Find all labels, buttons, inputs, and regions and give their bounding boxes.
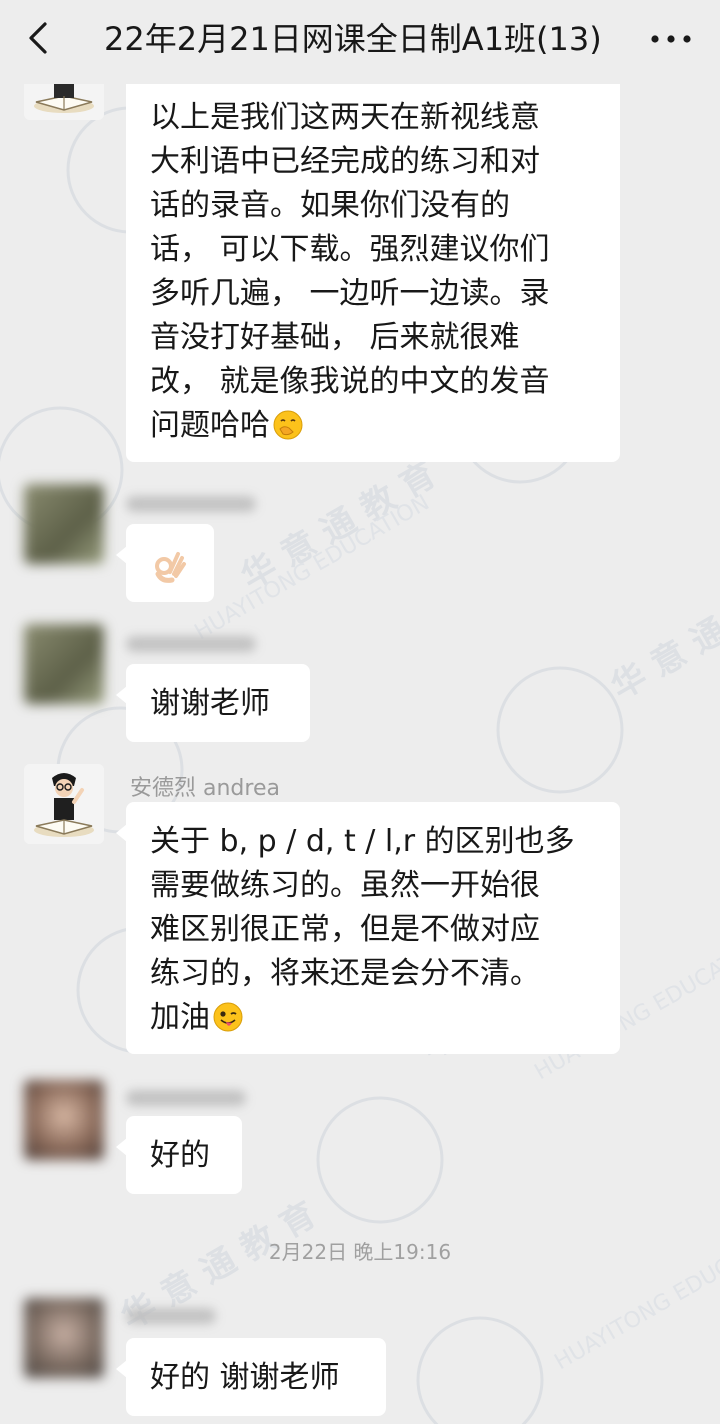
- back-button[interactable]: [18, 16, 62, 60]
- more-dots-icon: [651, 35, 691, 43]
- sender-name-blurred: [126, 496, 256, 512]
- message-list[interactable]: 以上是我们这两天在新视线意 大利语中已经完成的练习和对 话的录音。如果你们没有的…: [0, 40, 720, 1424]
- message-bubble[interactable]: 以上是我们这两天在新视线意 大利语中已经完成的练习和对 话的录音。如果你们没有的…: [126, 84, 620, 462]
- sender-name-blurred: [126, 1090, 246, 1106]
- ok-hand-icon: [155, 552, 186, 583]
- more-options-button[interactable]: [644, 22, 698, 56]
- winking-face-tongue-icon: [213, 1002, 243, 1032]
- chat-screen: 华 意 通 教 育 华 意 通 教 育 华 意 通 教 育 华 意 通 教 育 …: [0, 0, 720, 1424]
- avatar[interactable]: [24, 764, 104, 844]
- sender-name: 安德烈 andrea: [130, 776, 280, 801]
- message-text: 谢谢老师: [150, 686, 270, 721]
- message-timestamp: 2月22日 晚上19:16: [268, 1240, 452, 1264]
- message-bubble[interactable]: 好的: [116, 1116, 242, 1194]
- avatar[interactable]: [24, 1298, 104, 1378]
- sender-name-blurred: [126, 1308, 216, 1324]
- message-bubble[interactable]: 关于 b, p / d, t / l,r 的区别也多 需要做练习的。虽然一开始很…: [116, 802, 620, 1054]
- teacher-reading-avatar-icon: [24, 764, 104, 844]
- message-text: 好的 谢谢老师: [150, 1360, 340, 1395]
- avatar[interactable]: [24, 484, 104, 564]
- message-bubble[interactable]: 谢谢老师: [116, 664, 310, 742]
- avatar[interactable]: [24, 624, 104, 704]
- message-bubble[interactable]: 好的 谢谢老师: [116, 1338, 386, 1416]
- chat-title: 22年2月21日网课全日制A1班(13): [104, 20, 602, 58]
- message-text: 好的: [150, 1138, 210, 1173]
- face-with-hand-over-mouth-icon: [273, 410, 303, 440]
- chevron-left-icon: [29, 22, 47, 54]
- message-bubble[interactable]: [116, 524, 214, 602]
- sender-name-blurred: [126, 636, 256, 652]
- message-text: 以上是我们这两天在新视线意 大利语中已经完成的练习和对 话的录音。如果你们没有的…: [150, 100, 550, 443]
- avatar[interactable]: [24, 1080, 104, 1160]
- chat-header: 22年2月21日网课全日制A1班(13): [0, 0, 720, 84]
